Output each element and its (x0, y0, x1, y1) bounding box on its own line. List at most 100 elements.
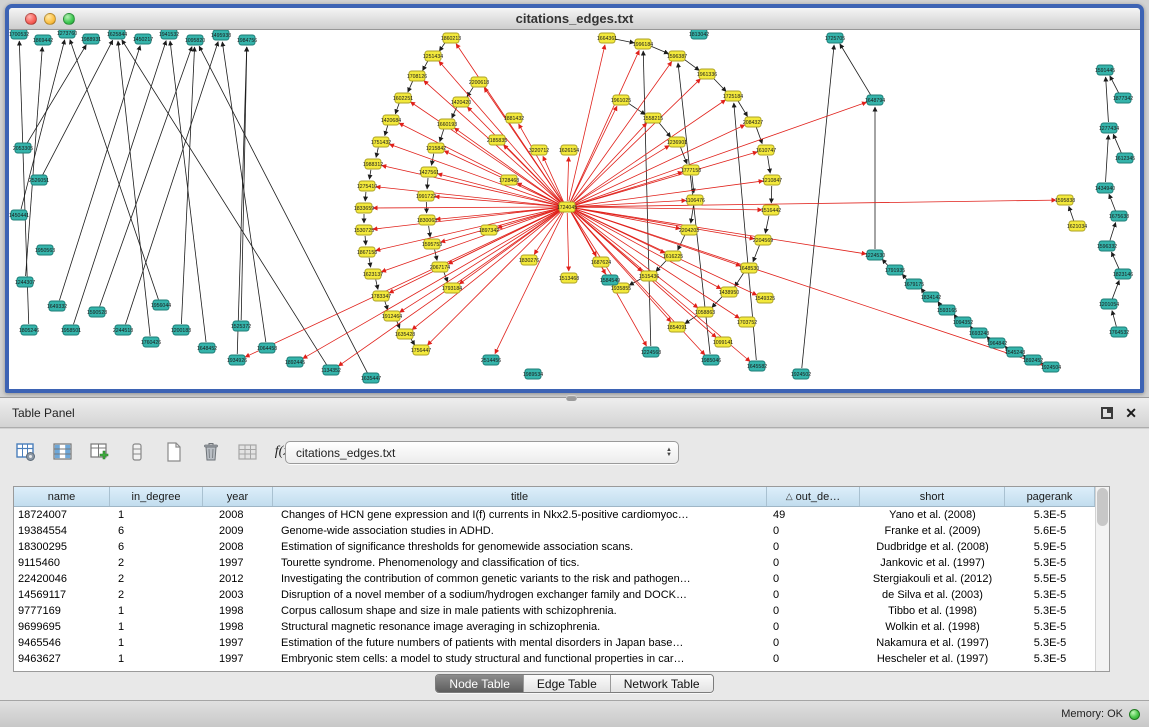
graph-edge[interactable] (436, 208, 559, 220)
graph-node[interactable]: 1833659 (354, 203, 374, 213)
graph-node[interactable]: 1854091 (667, 322, 687, 332)
graph-node[interactable]: 1700532 (9, 30, 29, 39)
graph-node[interactable]: 2526051 (29, 175, 49, 185)
graph-node[interactable]: 1106476 (685, 195, 705, 205)
graph-node[interactable]: 1236901 (667, 137, 687, 147)
graph-node[interactable]: 1961336 (697, 69, 717, 79)
graph-node[interactable]: 1549325 (755, 293, 775, 303)
graph-edge[interactable] (395, 103, 399, 114)
column-header-name[interactable]: name (14, 487, 110, 506)
graph-edge[interactable] (534, 212, 562, 254)
table-row[interactable]: 977716911998Corpus callosum shape and si… (14, 603, 1095, 619)
graph-edge[interactable] (385, 125, 388, 135)
graph-edge[interactable] (27, 45, 86, 143)
graph-node[interactable]: 1991722 (416, 191, 436, 201)
create-column-button[interactable] (86, 439, 113, 466)
graph-node[interactable]: 1725705 (825, 33, 845, 43)
import-table-button[interactable] (234, 439, 261, 466)
graph-node[interactable]: 1648530 (739, 263, 759, 273)
float-panel-icon[interactable] (1101, 407, 1113, 419)
graph-node[interactable]: 1095820 (185, 35, 205, 45)
graph-node[interactable]: 1516442 (761, 205, 781, 215)
graph-edge[interactable] (571, 106, 617, 201)
tab-node-table[interactable]: Node Table (436, 675, 523, 692)
graph-edge[interactable] (439, 42, 445, 51)
graph-edge[interactable] (423, 61, 428, 71)
graph-node[interactable]: 1881432 (504, 113, 524, 123)
graph-edge[interactable] (1110, 76, 1119, 93)
panel-drag-handle[interactable] (566, 395, 577, 401)
graph-node[interactable]: 1751432 (371, 137, 391, 147)
graph-edge[interactable] (575, 181, 763, 206)
graph-node[interactable]: 1626154 (559, 145, 579, 155)
graph-edge[interactable] (765, 216, 769, 233)
graph-node[interactable]: 1956044 (151, 300, 171, 310)
graph-edge[interactable] (1109, 194, 1115, 210)
graph-edge[interactable] (452, 107, 457, 118)
graph-node[interactable]: 1593165 (937, 305, 957, 315)
table-row[interactable]: 1938455462009Genome-wide association stu… (14, 523, 1095, 539)
graph-edge[interactable] (567, 213, 569, 271)
graph-node[interactable]: 1273760 (57, 30, 77, 38)
graph-node[interactable]: 1988312 (363, 159, 383, 169)
graph-node[interactable]: 1724045 (557, 202, 577, 212)
graph-edge[interactable] (1106, 135, 1109, 182)
graph-node[interactable]: 1525372 (231, 321, 251, 331)
graph-node[interactable]: 1989534 (523, 369, 543, 379)
graph-node[interactable]: 1996184 (633, 39, 653, 49)
graph-node[interactable]: 1251434 (423, 51, 443, 61)
graph-node[interactable]: 1530725 (354, 225, 374, 235)
close-window-button[interactable] (25, 13, 37, 25)
graph-edge[interactable] (575, 208, 754, 239)
graph-node[interactable]: 1869442 (33, 35, 53, 45)
graph-node[interactable]: 1791935 (885, 265, 905, 275)
graph-edge[interactable] (713, 78, 726, 92)
graph-edge[interactable] (126, 42, 219, 325)
graph-edge[interactable] (429, 226, 431, 237)
graph-node[interactable]: 1200183 (171, 325, 191, 335)
graph-edge[interactable] (575, 209, 1043, 365)
graph-node[interactable]: 1760426 (141, 337, 161, 347)
graph-node[interactable]: 1450217 (133, 34, 153, 44)
graph-edge[interactable] (573, 123, 647, 203)
graph-edge[interactable] (768, 156, 771, 173)
graph-edge[interactable] (615, 39, 634, 43)
graph-node[interactable]: 3220712 (529, 145, 549, 155)
graph-node[interactable]: 1610747 (756, 145, 776, 155)
table-row[interactable]: 1830029562008Estimation of significance … (14, 539, 1095, 555)
graph-edge[interactable] (802, 45, 834, 368)
graph-edge[interactable] (303, 210, 560, 359)
graph-edge[interactable] (681, 147, 687, 163)
graph-node[interactable]: 1805246 (19, 325, 39, 335)
graph-node[interactable]: 2244518 (113, 325, 133, 335)
graph-node[interactable]: 1892445 (285, 357, 305, 367)
column-header-in_degree[interactable]: in_degree (110, 487, 203, 506)
graph-node[interactable]: 1988931 (81, 34, 101, 44)
scrollbar-thumb[interactable] (1097, 488, 1108, 526)
graph-node[interactable]: 1764532 (1109, 327, 1129, 337)
graph-edge[interactable] (369, 258, 371, 267)
graph-node[interactable]: 2514456 (481, 355, 501, 365)
graph-node[interactable]: 1621034 (1067, 221, 1087, 231)
graph-edge[interactable] (643, 51, 651, 346)
minimize-window-button[interactable] (44, 13, 56, 25)
graph-node[interactable]: 1545248 (1005, 347, 1025, 357)
column-header-pagerank[interactable]: pagerank (1005, 487, 1095, 506)
graph-node[interactable]: 1596387 (667, 51, 687, 61)
graph-edge[interactable] (43, 40, 113, 175)
graph-node[interactable]: 1961025 (611, 95, 631, 105)
graph-edge[interactable] (1110, 222, 1116, 240)
graph-node[interactable]: 1728468 (499, 175, 519, 185)
graph-node[interactable]: 1783347 (371, 291, 391, 301)
graph-node[interactable]: 1625844 (107, 30, 127, 39)
graph-node[interactable]: 1616225 (663, 251, 683, 261)
graph-node[interactable]: 1635428 (395, 329, 415, 339)
graph-node[interactable]: 1725184 (723, 91, 743, 101)
graph-node[interactable]: 1648794 (865, 95, 885, 105)
graph-edge[interactable] (571, 212, 616, 282)
graph-edge[interactable] (569, 45, 605, 201)
network-canvas-svg[interactable]: 1724045186021312514341708126160225114206… (9, 30, 1140, 388)
graph-node[interactable]: 1823146 (1113, 269, 1133, 279)
graph-node[interactable]: 1648452 (197, 343, 217, 353)
graph-node[interactable]: 2204569 (753, 235, 773, 245)
